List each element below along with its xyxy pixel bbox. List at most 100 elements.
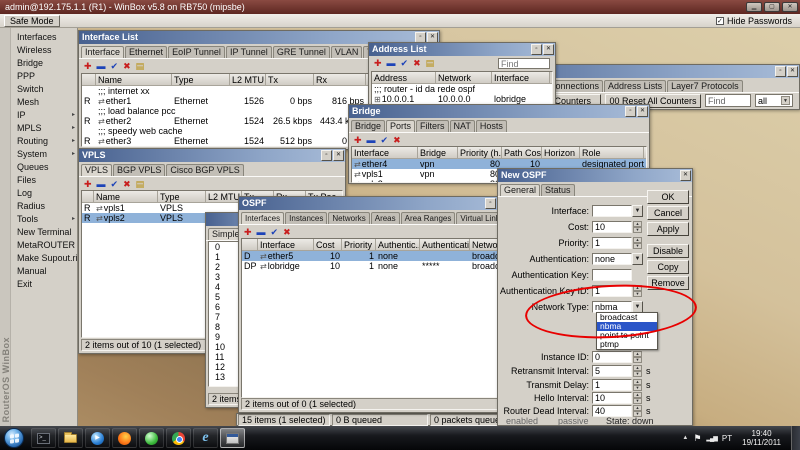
add-icon[interactable]: ✚ (354, 134, 362, 146)
tab-networks[interactable]: Networks (328, 212, 370, 224)
column-flag[interactable] (82, 74, 96, 85)
column-type[interactable]: Type (158, 191, 206, 202)
column-priority[interactable]: Priority (h... (458, 147, 502, 158)
close-icon[interactable]: ✕ (637, 106, 648, 117)
spin-down-icon[interactable]: ▼ (633, 370, 642, 377)
column-type[interactable]: Type (172, 74, 230, 85)
column-role[interactable]: Role (580, 147, 644, 158)
sidebar-item-log[interactable]: Log (11, 187, 77, 200)
tab-area-ranges[interactable]: Area Ranges (400, 212, 456, 224)
remove-button[interactable]: Remove (647, 276, 689, 290)
tab-instances[interactable]: Instances (285, 212, 328, 224)
disable-icon[interactable]: ✖ (413, 57, 421, 69)
column-priority[interactable]: Priority (342, 239, 376, 250)
column-name[interactable]: Name (94, 191, 158, 202)
tab-ports[interactable]: Ports (386, 120, 416, 132)
sidebar-item-metarouter[interactable]: MetaROUTER (11, 239, 77, 252)
dropdown-option-broadcast[interactable]: broadcast (597, 313, 657, 322)
tab-bgp-vpls[interactable]: BGP VPLS (113, 164, 166, 176)
tab-eoip-tunnel[interactable]: EoIP Tunnel (168, 46, 225, 58)
language-indicator[interactable]: PT (722, 434, 732, 443)
sidebar-item-system[interactable]: System ▸ (11, 148, 77, 161)
sidebar-item-ip[interactable]: IP ▸ (11, 109, 77, 122)
table-row-comment[interactable]: ;;; router - id da rede ospf (372, 84, 552, 94)
apply-button[interactable]: Apply (647, 222, 689, 236)
bridge-titlebar[interactable]: Bridge ▫ ✕ (349, 105, 649, 118)
spinner-control[interactable]: ▲ ▼ (633, 378, 642, 391)
tab-areas[interactable]: Areas (370, 212, 400, 224)
column-cost[interactable]: Cost (314, 239, 342, 250)
spin-down-icon[interactable]: ▼ (633, 290, 642, 297)
column-l2mtu[interactable]: L2 MTU (230, 74, 266, 85)
spin-down-icon[interactable]: ▼ (633, 356, 642, 363)
close-icon[interactable]: ✕ (782, 2, 798, 12)
enable-icon[interactable]: ✔ (111, 60, 119, 72)
column-name[interactable]: Name (96, 74, 172, 85)
add-icon[interactable]: ✚ (374, 57, 382, 69)
tab-interface[interactable]: Interface (81, 46, 125, 58)
enable-icon[interactable]: ✔ (271, 226, 279, 238)
sidebar-item-radius[interactable]: Radius (11, 200, 77, 213)
sidebar-item-make-supout[interactable]: Make Supout.rif (11, 252, 77, 265)
remove-icon[interactable]: ▬ (367, 134, 376, 146)
comment-icon[interactable]: ▤ (136, 60, 145, 72)
column-network[interactable]: Network (436, 72, 492, 83)
cancel-button[interactable]: Cancel (647, 206, 689, 220)
tab-vpls[interactable]: VPLS (81, 164, 113, 176)
spinner-control[interactable]: ▲ ▼ (633, 220, 642, 233)
restore-icon[interactable]: ▫ (625, 106, 636, 117)
spinner-control[interactable]: ▲ ▼ (633, 364, 642, 377)
sidebar-item-manual[interactable]: Manual (11, 265, 77, 278)
add-icon[interactable]: ✚ (84, 60, 92, 72)
tab-ethernet[interactable]: Ethernet (125, 46, 168, 58)
retransmit-interval-input[interactable]: 5 (592, 364, 632, 377)
taskbar-app-chrome[interactable] (166, 428, 191, 448)
filter-select[interactable]: ▼ all (755, 94, 793, 107)
router-dead-interval-input[interactable]: 40 (592, 404, 632, 417)
tab-filters[interactable]: Filters (416, 120, 449, 132)
checkbox-checked-icon[interactable]: ✓ (715, 17, 724, 25)
sidebar-item-files[interactable]: Files (11, 174, 77, 187)
spin-down-icon[interactable]: ▼ (633, 384, 642, 391)
show-desktop-button[interactable] (791, 426, 800, 450)
tray-expand-icon[interactable]: ▲ (682, 435, 688, 441)
new-ospf-titlebar[interactable]: New OSPF ✕ (498, 169, 692, 182)
disable-icon[interactable]: ✖ (283, 226, 291, 238)
enable-icon[interactable]: ✔ (111, 178, 119, 190)
sidebar-item-interfaces[interactable]: Interfaces (11, 31, 77, 44)
sidebar-item-ppp[interactable]: PPP (11, 70, 77, 83)
spinner-control[interactable]: ▲ ▼ (633, 236, 642, 249)
tab-address-lists[interactable]: Address Lists (604, 80, 667, 92)
enable-icon[interactable]: ✔ (381, 134, 389, 146)
chevron-down-icon[interactable]: ▼ (781, 96, 790, 105)
tab-bridge[interactable]: Bridge (351, 120, 386, 132)
ok-button[interactable]: OK (647, 190, 689, 204)
dropdown-option-ptmp[interactable]: ptmp (597, 340, 657, 349)
sidebar-item-mpls[interactable]: MPLS ▸ (11, 122, 77, 135)
column-flag[interactable] (82, 191, 94, 202)
tab-nat[interactable]: NAT (449, 120, 475, 132)
table-row[interactable]: ⊞10.0.0.1 10.0.0.0 lobridge (372, 94, 552, 104)
instance-id-input[interactable]: 0 (592, 350, 632, 363)
tab-general[interactable]: General (500, 184, 541, 196)
column-horizon[interactable]: Horizon (542, 147, 580, 158)
column-authentication[interactable]: Authentic... (376, 239, 420, 250)
taskbar-app-messenger[interactable] (139, 428, 164, 448)
sidebar-item-new-terminal[interactable]: New Terminal (11, 226, 77, 239)
spin-down-icon[interactable]: ▼ (633, 242, 642, 249)
tab-cisco-bgp-vpls[interactable]: Cisco BGP VPLS (166, 164, 244, 176)
table-row[interactable]: D ⇄ether5 10 1 none broadcast (242, 251, 506, 261)
remove-icon[interactable]: ▬ (97, 178, 106, 190)
chevron-down-icon[interactable]: ▼ (632, 252, 643, 265)
column-l2mtu[interactable]: L2 MTU (206, 191, 242, 202)
taskbar-app-terminal[interactable]: >_ (31, 428, 56, 448)
tab-interfaces[interactable]: Interfaces (241, 212, 285, 224)
close-icon[interactable]: ✕ (333, 150, 344, 161)
disable-icon[interactable]: ✖ (123, 60, 131, 72)
comment-icon[interactable]: ▤ (136, 178, 145, 190)
column-interface[interactable]: Interface (492, 72, 550, 83)
column-flag[interactable] (242, 239, 258, 250)
action-center-icon[interactable]: ⚑ (693, 433, 701, 443)
chevron-down-icon[interactable]: ▼ (632, 204, 643, 217)
safe-mode-button[interactable]: Safe Mode (4, 15, 60, 27)
